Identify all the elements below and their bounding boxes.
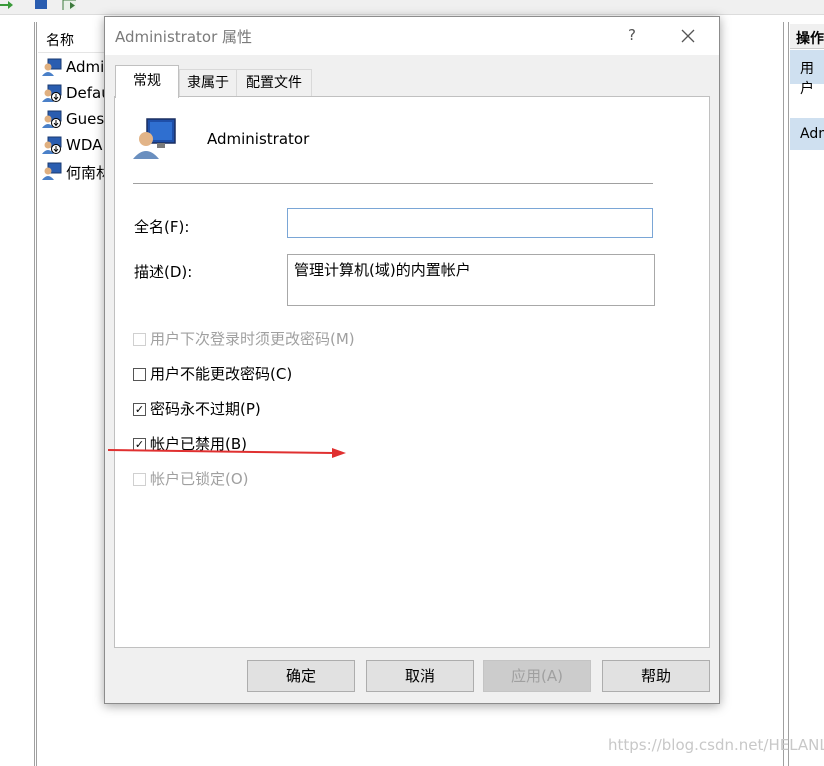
list-item[interactable]: Guest	[42, 108, 112, 130]
dialog-title: Administrator 属性	[115, 28, 253, 46]
info-icon[interactable]	[34, 0, 48, 10]
dialog-title-bar[interactable]: Administrator 属性 ?	[105, 17, 719, 55]
password-never-expires-checkbox[interactable]: ✓ 密码永不过期(P)	[133, 398, 261, 420]
help-button[interactable]: ?	[623, 23, 641, 47]
general-tab-panel: Administrator 全名(F): 描述(D): 管理计算机(域)的内置帐…	[114, 96, 710, 648]
actions-header: 操作	[790, 24, 824, 49]
properties-dialog: Administrator 属性 ? 常规 隶属于 配置文件 Administr…	[104, 16, 720, 704]
cannot-change-password-checkbox[interactable]: 用户不能更改密码(C)	[133, 363, 292, 385]
user-account-icon	[133, 118, 176, 159]
console-toolbar	[0, 0, 824, 15]
checkbox-unchecked-icon	[133, 333, 146, 346]
must-change-password-checkbox[interactable]: 用户下次登录时须更改密码(M)	[133, 328, 355, 350]
actions-section-users[interactable]: 用户	[790, 50, 824, 97]
list-item[interactable]: Admi	[42, 56, 112, 78]
apply-button[interactable]: 应用(A)	[483, 660, 591, 692]
account-locked-checkbox[interactable]: 帐户已锁定(O)	[133, 468, 249, 490]
user-monitor-icon	[42, 162, 62, 180]
close-icon[interactable]	[675, 23, 701, 49]
checkbox-unchecked-icon	[133, 473, 146, 486]
show-pane-icon[interactable]	[62, 0, 76, 10]
user-disabled-icon	[42, 110, 62, 128]
description-field[interactable]: 管理计算机(域)的内置帐户	[287, 254, 655, 306]
checkbox-unchecked-icon	[133, 368, 146, 381]
fullname-field[interactable]	[287, 208, 653, 238]
cancel-button[interactable]: 取消	[366, 660, 474, 692]
list-item[interactable]: 何南林	[42, 160, 112, 182]
tab-general[interactable]: 常规	[115, 65, 179, 98]
divider	[133, 183, 653, 184]
user-disabled-icon	[42, 136, 62, 154]
fullname-label: 全名(F):	[134, 218, 190, 236]
list-item[interactable]: WDA	[42, 134, 112, 156]
user-account-name: Administrator	[207, 130, 310, 148]
description-label: 描述(D):	[134, 263, 193, 281]
annotation-arrow-icon	[108, 448, 346, 458]
watermark: https://blog.csdn.net/HELANL	[608, 736, 824, 754]
actions-section-administrator[interactable]: Adm	[790, 118, 824, 150]
tab-profile[interactable]: 配置文件	[236, 69, 312, 97]
list-item[interactable]: Defau	[42, 82, 112, 104]
forward-arrow-icon[interactable]	[0, 0, 14, 10]
console-tree-pane[interactable]	[0, 22, 35, 766]
tab-member-of[interactable]: 隶属于	[179, 69, 237, 97]
help-dialog-button[interactable]: 帮助	[602, 660, 710, 692]
ok-button[interactable]: 确定	[247, 660, 355, 692]
user-disabled-icon	[42, 84, 62, 102]
checkbox-checked-icon: ✓	[133, 403, 146, 416]
user-monitor-icon	[42, 58, 62, 76]
